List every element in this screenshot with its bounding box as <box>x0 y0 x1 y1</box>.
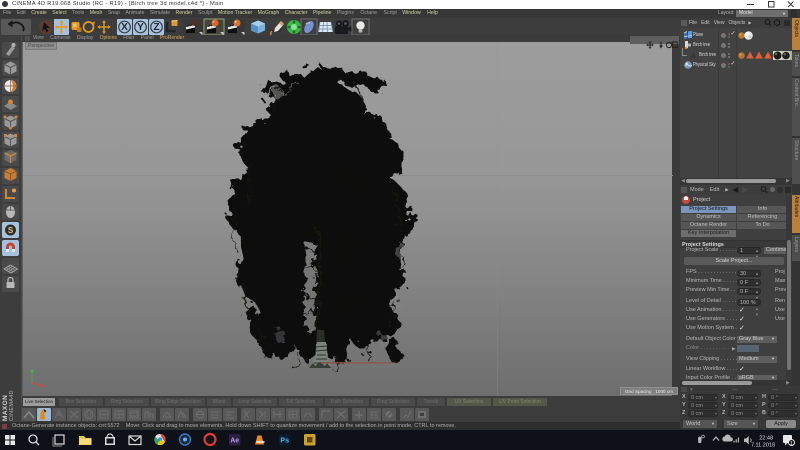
svg-text:22:48: 22:48 <box>759 436 773 442</box>
svg-text:X: X <box>121 22 128 33</box>
svg-text:Y: Y <box>137 22 144 33</box>
svg-text:S: S <box>8 226 14 235</box>
svg-text:7.11.2018: 7.11.2018 <box>751 443 775 449</box>
svg-text:1: 1 <box>790 441 793 447</box>
svg-text:Ae: Ae <box>230 438 239 445</box>
svg-text:U: U <box>87 413 91 419</box>
svg-text:Ps: Ps <box>280 438 289 445</box>
svg-text:Z: Z <box>153 22 159 33</box>
